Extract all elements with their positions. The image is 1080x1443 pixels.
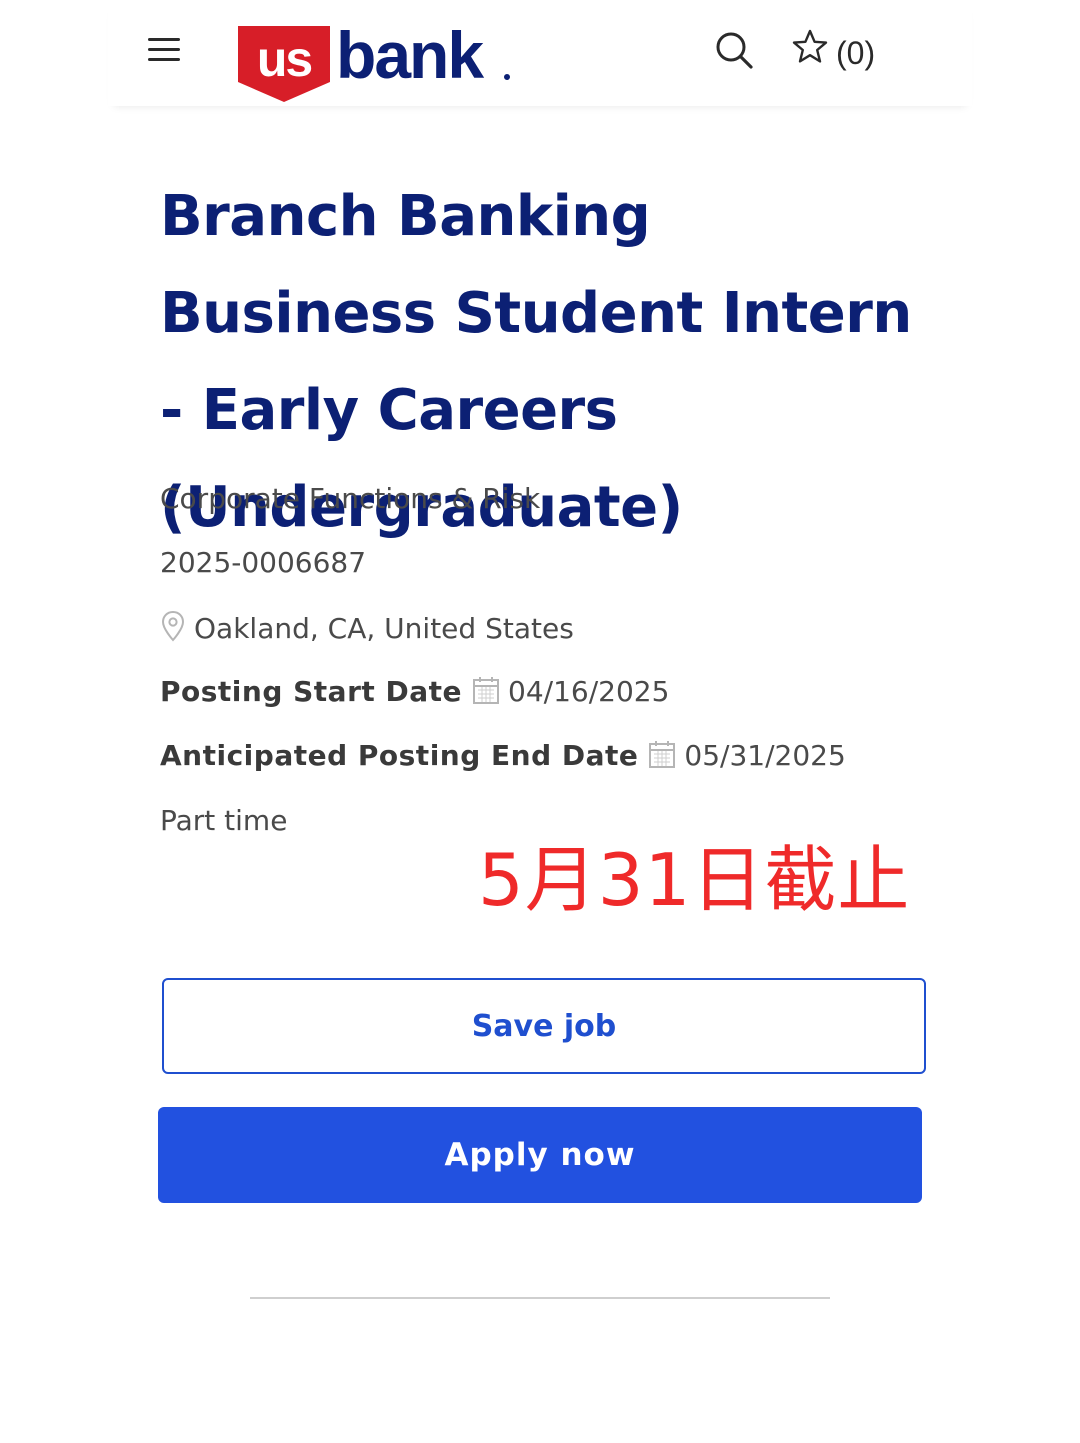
logo-us-text: us xyxy=(256,31,313,87)
location-text: Oakland, CA, United States xyxy=(194,612,574,645)
posting-end-row: Anticipated Posting End Date 05/31/2025 xyxy=(160,739,846,773)
star-icon[interactable] xyxy=(791,28,829,66)
employment-type: Part time xyxy=(160,804,288,837)
search-icon[interactable] xyxy=(714,30,754,70)
deadline-annotation: 5月31日截止 xyxy=(478,838,911,922)
posting-start-label: Posting Start Date xyxy=(160,675,463,708)
calendar-icon xyxy=(473,677,500,704)
posting-end-date: 05/31/2025 xyxy=(684,739,846,772)
logo-registered-dot xyxy=(504,74,510,80)
calendar-icon xyxy=(649,741,676,768)
location-pin-icon xyxy=(161,610,185,642)
section-divider xyxy=(250,1297,830,1299)
posting-start-row: Posting Start Date 04/16/2025 xyxy=(160,675,669,709)
top-header: us bank (0) xyxy=(108,0,972,106)
apply-now-button[interactable]: Apply now xyxy=(158,1107,922,1203)
usbank-logo[interactable]: us bank xyxy=(238,18,518,104)
save-job-button[interactable]: Save job xyxy=(162,978,926,1074)
logo-bank-text: bank xyxy=(336,18,484,92)
job-posting-page: us bank (0) Branch Banking Business Stud… xyxy=(0,0,1080,1443)
saved-jobs-count[interactable]: (0) xyxy=(836,34,875,72)
menu-icon[interactable] xyxy=(148,38,182,64)
posting-start-date: 04/16/2025 xyxy=(508,675,670,708)
requisition-id: 2025-0006687 xyxy=(160,546,367,579)
job-category: Corporate Functions & Risk xyxy=(160,482,541,515)
job-location: Oakland, CA, United States xyxy=(160,610,574,646)
posting-end-label: Anticipated Posting End Date xyxy=(160,739,639,772)
